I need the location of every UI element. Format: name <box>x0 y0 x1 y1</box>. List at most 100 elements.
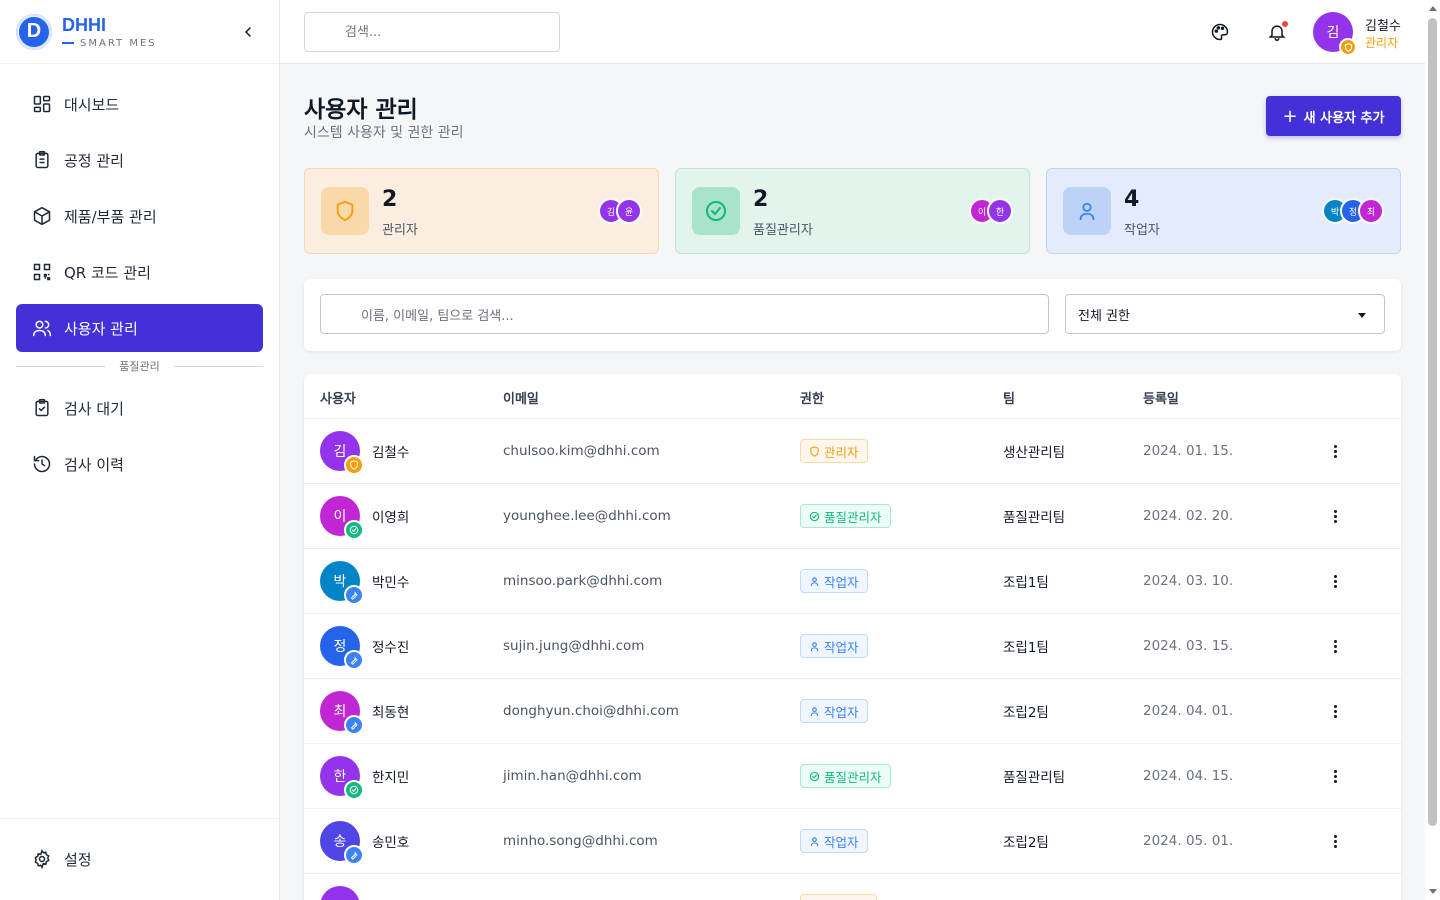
user-icon <box>810 706 819 716</box>
gear-icon <box>34 849 50 869</box>
user-role: 관리자 <box>1365 36 1399 50</box>
check-circle-icon <box>349 785 359 795</box>
avatar-initial: 이 <box>333 509 347 525</box>
date-cell: 2024. 03. 10. <box>1143 573 1234 589</box>
theme-button[interactable] <box>1208 20 1232 44</box>
user-name: 최동현 <box>372 705 410 721</box>
role-cell: 작업자 <box>800 809 868 873</box>
sidebar-item-dashboard[interactable]: 대시보드 <box>16 80 263 128</box>
chevron-left-icon <box>245 27 251 37</box>
sidebar-item-qr[interactable]: QR 코드 관리 <box>16 248 263 296</box>
more-options-icon[interactable] <box>1323 764 1347 788</box>
user-name: 박민수 <box>372 575 410 591</box>
avatar: 박 <box>320 561 364 605</box>
sidebar: D DHHI SMART MES 대시보드 공정 관리 제품/부품 관리 QR … <box>0 0 280 900</box>
sidebar-item-inspection-pending[interactable]: 검사 대기 <box>16 384 263 432</box>
stat-card-admin[interactable]: 2 관리자 김 윤 <box>304 168 659 254</box>
user-name[interactable]: 김철수 <box>1365 15 1401 34</box>
email-cell: jimin.han@dhhi.com <box>503 768 642 784</box>
wrench-icon <box>350 721 358 730</box>
package-icon <box>33 206 51 226</box>
table-body: 김 김철수 chulsoo.kim@dhhi.com 관리자 생산관리팀 202… <box>304 419 1401 900</box>
sidebar-nav: 대시보드 공정 관리 제품/부품 관리 QR 코드 관리 사용자 관리 품질관리… <box>0 64 279 512</box>
table-row[interactable]: 박 박민수 minsoo.park@dhhi.com 작업자 조립1팀 2024… <box>304 549 1401 614</box>
notifications-button[interactable] <box>1265 20 1289 44</box>
table-row[interactable]: 이 이영희 younghee.lee@dhhi.com 품질관리자 품질관리팀 … <box>304 484 1401 549</box>
check-circle-icon <box>809 511 820 521</box>
role-badge <box>344 715 364 735</box>
logo[interactable]: D <box>16 13 52 50</box>
scrollbar-thumb[interactable] <box>1428 18 1437 826</box>
check-circle-icon <box>809 771 820 781</box>
user-name: 정수진 <box>372 640 410 656</box>
more-options-icon[interactable] <box>1323 569 1347 593</box>
user-name: 김철수 <box>372 445 410 461</box>
sidebar-section-label: 품질관리 <box>119 360 160 373</box>
role-chip-label: 품질관리자 <box>824 769 882 785</box>
avatar-initial: 박 <box>333 574 347 590</box>
quality-stat-icon-box <box>692 187 740 235</box>
sidebar-item-products[interactable]: 제품/부품 관리 <box>16 192 263 240</box>
scroll-up-arrow-icon[interactable] <box>1429 6 1437 11</box>
more-options-icon[interactable] <box>1323 634 1347 658</box>
more-options-icon[interactable] <box>1323 829 1347 853</box>
table-row[interactable]: 김 김철수 chulsoo.kim@dhhi.com 관리자 생산관리팀 202… <box>304 419 1401 484</box>
column-header-date[interactable]: 등록일 <box>1143 388 1179 407</box>
sidebar-section-divider: 품질관리 <box>16 358 263 374</box>
dropdown-caret-icon <box>1358 313 1366 318</box>
sidebar-item-label: QR 코드 관리 <box>64 263 151 282</box>
sidebar-item-inspection-history[interactable]: 검사 이력 <box>16 440 263 488</box>
stat-label: 작업자 <box>1124 223 1160 238</box>
stat-label: 관리자 <box>382 223 418 238</box>
shield-icon <box>810 445 819 457</box>
top-header: 김 김철수 관리자 <box>280 0 1425 64</box>
sidebar-item-users[interactable]: 사용자 관리 <box>16 304 263 352</box>
sidebar-item-settings[interactable]: 설정 <box>16 835 263 883</box>
users-table: 사용자 이메일 권한 팀 등록일 김 김철수 chulsoo.kim@dhhi.… <box>304 374 1401 900</box>
role-cell: 작업자 <box>800 614 868 678</box>
table-row[interactable]: 최 최동현 donghyun.choi@dhhi.com 작업자 조립2팀 20… <box>304 679 1401 744</box>
more-options-icon[interactable] <box>1323 439 1347 463</box>
role-chip: 작업자 <box>800 569 868 593</box>
avatar-initial: 정 <box>333 639 347 655</box>
column-header-role[interactable]: 권한 <box>800 388 824 407</box>
role-badge <box>344 650 364 670</box>
table-row[interactable]: 정 정수진 sujin.jung@dhhi.com 작업자 조립1팀 2024.… <box>304 614 1401 679</box>
column-header-email[interactable]: 이메일 <box>503 388 539 407</box>
page-title: 사용자 관리 <box>304 97 418 123</box>
column-header-user[interactable]: 사용자 <box>320 388 356 407</box>
page-scrollbar[interactable] <box>1425 0 1440 900</box>
table-row[interactable] <box>304 874 1401 900</box>
user-search-input[interactable]: 이름, 이메일, 팀으로 검색... <box>320 294 1049 334</box>
collapse-sidebar-button[interactable] <box>236 20 260 44</box>
team-cell: 조립1팀 <box>1003 575 1049 591</box>
avatar-initial: 김 <box>1326 25 1340 41</box>
sidebar-item-label: 제품/부품 관리 <box>64 207 157 226</box>
avatar: 정 <box>320 626 364 670</box>
stat-card-quality[interactable]: 2 품질관리자 이 한 <box>675 168 1030 254</box>
table-row[interactable]: 한 한지민 jimin.han@dhhi.com 품질관리자 품질관리팀 202… <box>304 744 1401 809</box>
avatar-initial: 김 <box>333 444 347 460</box>
role-badge <box>344 585 364 605</box>
date-cell: 2024. 01. 15. <box>1143 443 1234 459</box>
avatar-initial: 한 <box>333 769 347 785</box>
role-filter-select[interactable]: 전체 권한 <box>1065 294 1385 334</box>
avatar: 김 <box>320 431 364 475</box>
stat-label: 품질관리자 <box>753 223 813 238</box>
global-search-input[interactable] <box>304 12 560 52</box>
role-badge <box>344 520 364 540</box>
sidebar-item-label: 설정 <box>64 850 92 869</box>
role-badge <box>344 845 364 865</box>
user-avatar[interactable]: 김 <box>1313 12 1357 56</box>
add-user-button[interactable]: + 새 사용자 추가 <box>1266 96 1401 136</box>
table-row[interactable]: 송 송민호 minho.song@dhhi.com 작업자 조립2팀 2024.… <box>304 809 1401 874</box>
avatar: 최 <box>320 691 364 735</box>
column-header-team[interactable]: 팀 <box>1003 388 1015 407</box>
more-options-icon[interactable] <box>1323 699 1347 723</box>
scroll-down-arrow-icon[interactable] <box>1429 889 1437 894</box>
sidebar-item-process[interactable]: 공정 관리 <box>16 136 263 184</box>
row-actions <box>1323 549 1347 613</box>
stat-card-worker[interactable]: 4 작업자 박 정 최 <box>1046 168 1401 254</box>
more-options-icon[interactable] <box>1323 504 1347 528</box>
user-name: 송민호 <box>372 835 410 851</box>
